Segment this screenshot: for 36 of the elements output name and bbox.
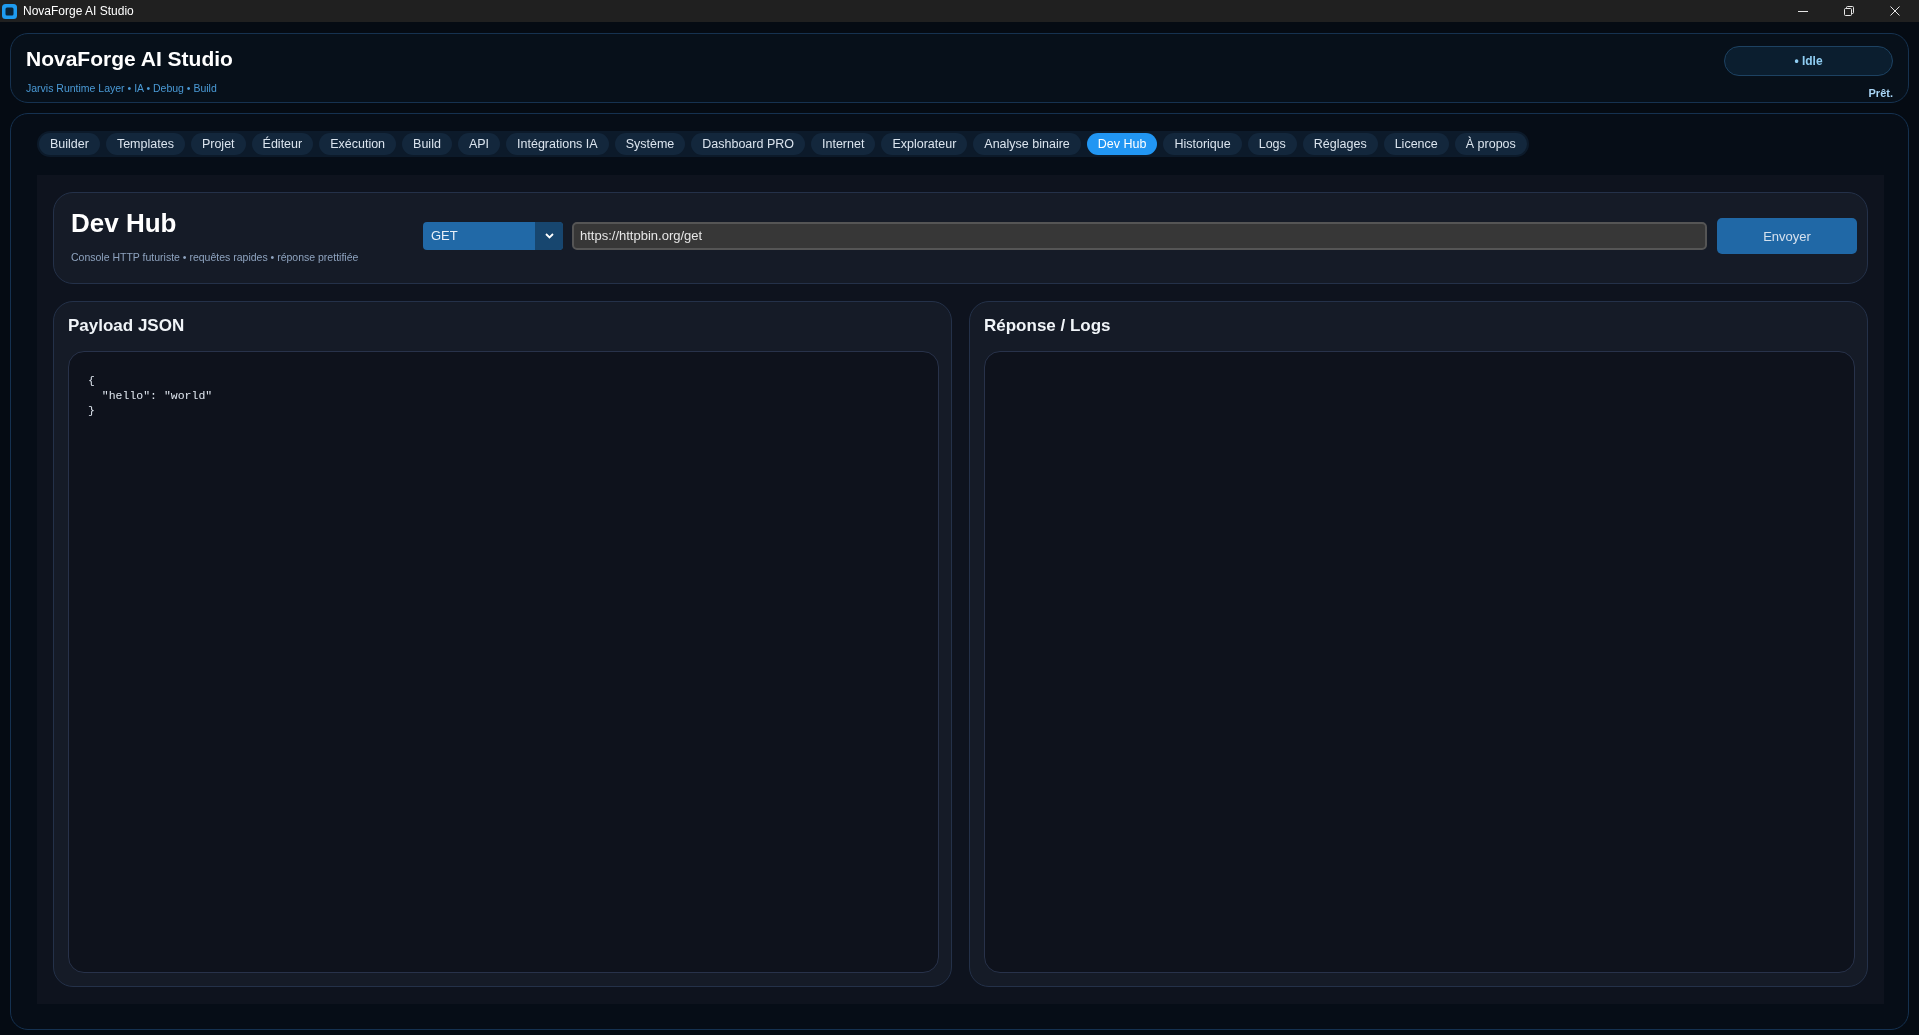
tab[interactable]: Exécution	[319, 133, 397, 155]
caret-icon	[535, 222, 563, 250]
tab[interactable]: Explorateur	[881, 133, 968, 155]
tab[interactable]: Réglages	[1302, 133, 1378, 155]
tab[interactable]: Intégrations IA	[506, 133, 609, 155]
tab[interactable]: Templates	[105, 133, 185, 155]
tab[interactable]: API	[457, 133, 501, 155]
tab[interactable]: Projet	[190, 133, 246, 155]
panel-title: Payload JSON	[68, 316, 186, 336]
minimize-icon[interactable]	[1798, 10, 1808, 12]
app-icon	[2, 3, 17, 19]
tab[interactable]: Build	[402, 133, 452, 155]
tab[interactable]: Internet	[811, 133, 876, 155]
app-title: NovaForge AI Studio	[26, 46, 233, 72]
tab[interactable]: Analyse binaire	[973, 133, 1081, 155]
panel-title: Réponse / Logs	[984, 316, 1112, 336]
close-icon[interactable]	[1890, 6, 1900, 16]
tab[interactable]: Système	[614, 133, 686, 155]
status-text: Prêt.	[1868, 87, 1893, 100]
app-subtitle: Jarvis Runtime Layer • IA • Debug • Build	[26, 81, 218, 95]
window-title: NovaForge AI Studio	[23, 4, 134, 18]
send-button[interactable]: Envoyer	[1717, 218, 1857, 254]
page-subtitle: Console HTTP futuriste • requêtes rapides • réponse prettifiée	[71, 250, 360, 264]
restore-icon[interactable]	[1844, 6, 1854, 16]
code-editor-field[interactable]: { "hello": "world" }	[68, 351, 939, 973]
tab[interactable]: Builder	[39, 133, 100, 155]
tab[interactable]: Historique	[1163, 133, 1242, 155]
tab[interactable]: Éditeur	[251, 133, 314, 155]
status-badge: • Idle	[1724, 46, 1893, 76]
page-title: Dev Hub	[71, 208, 178, 239]
tab[interactable]: Licence	[1383, 133, 1449, 155]
tab[interactable]: Logs	[1247, 133, 1297, 155]
method-dropdown[interactable]: GET	[423, 222, 563, 250]
tab[interactable]: À propos	[1454, 133, 1527, 155]
tab[interactable]: Dashboard PRO	[691, 133, 805, 155]
url-field[interactable]: https://httpbin.org/get	[572, 222, 1707, 250]
